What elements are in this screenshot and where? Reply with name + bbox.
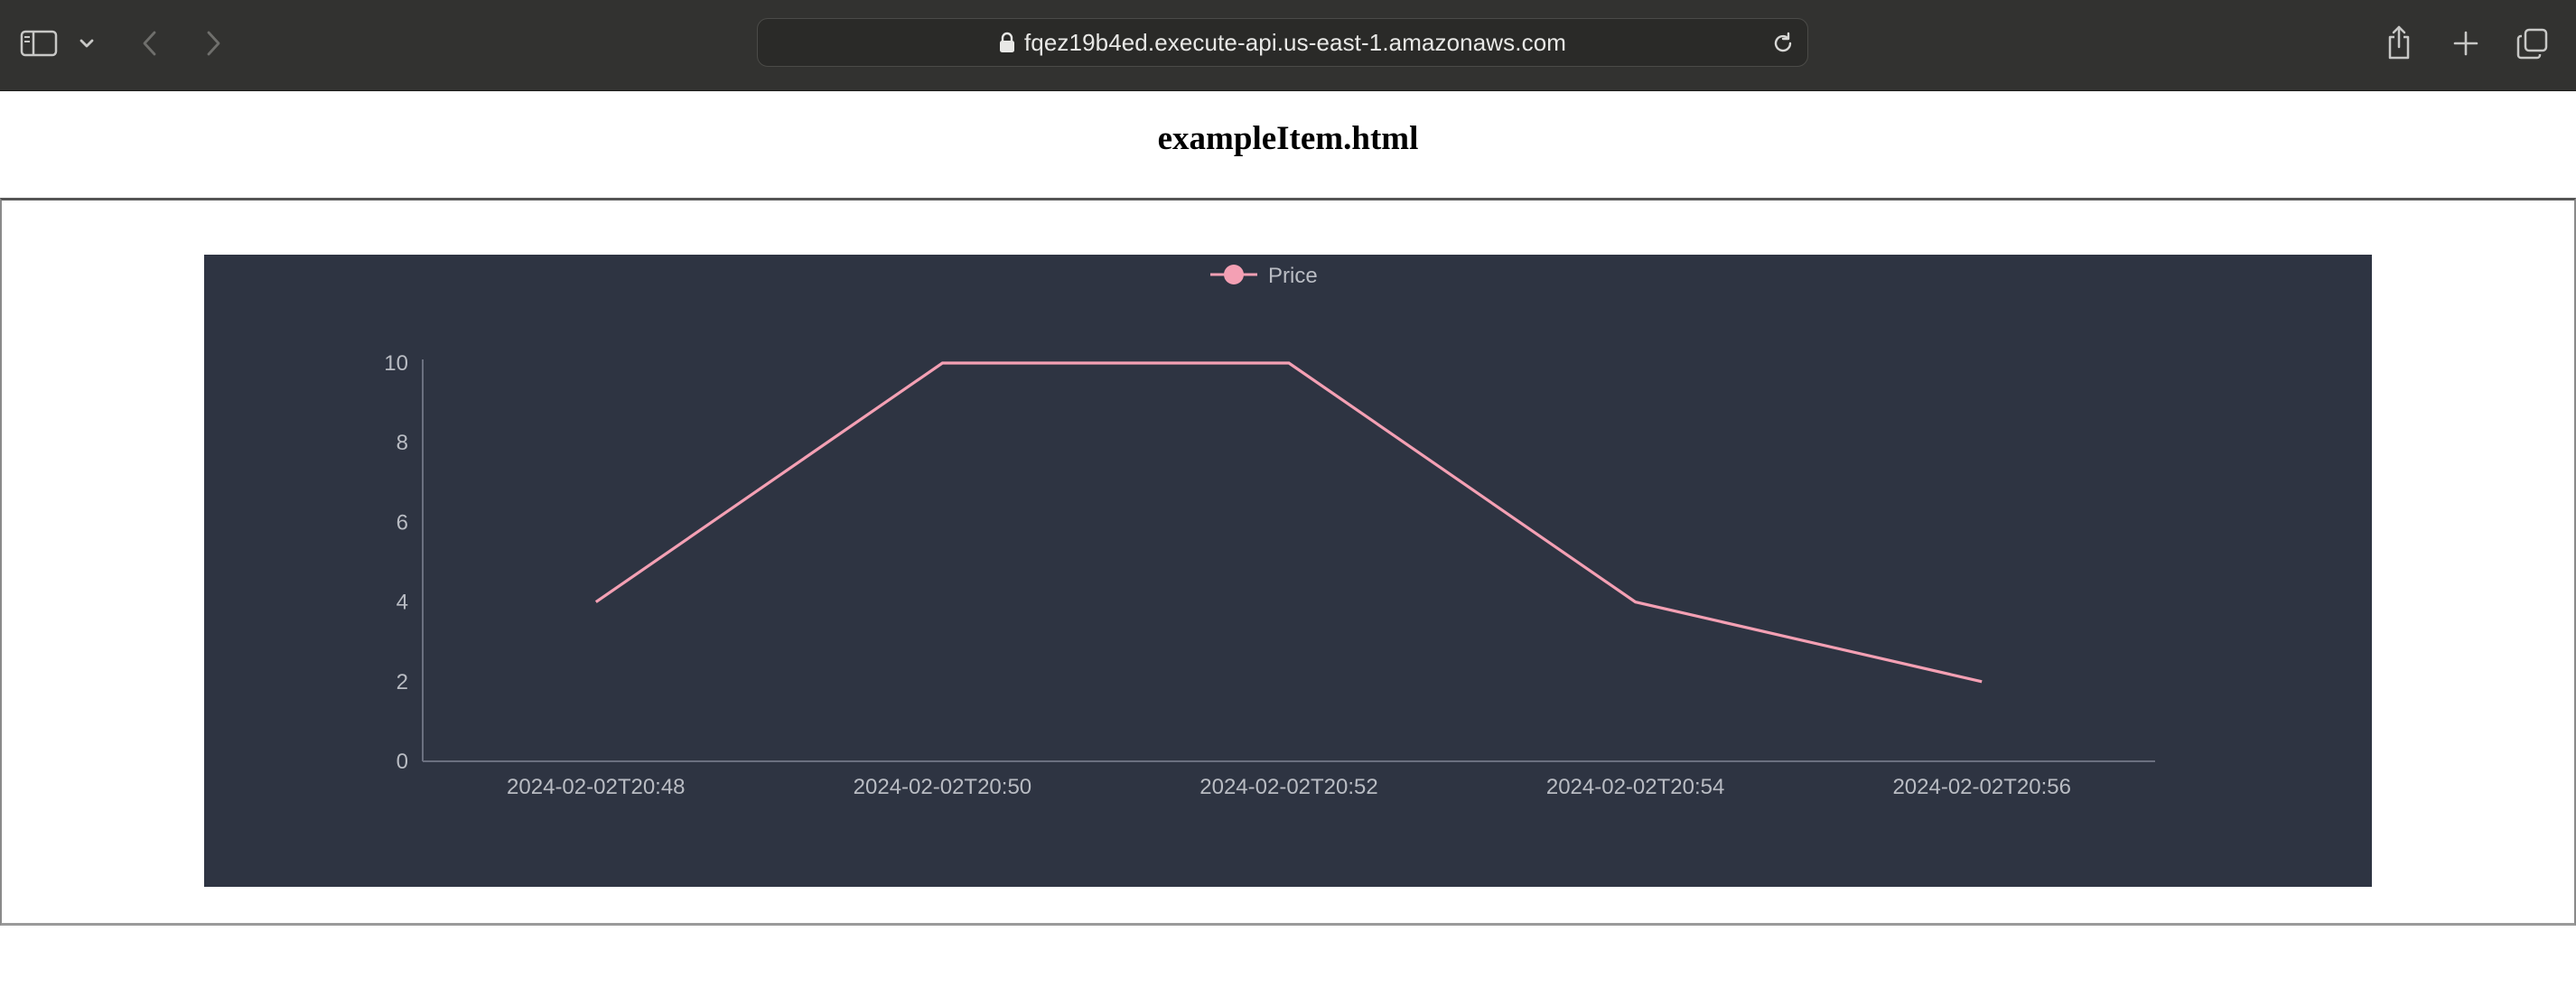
browser-toolbar: fqez19b4ed.execute-api.us-east-1.amazona… <box>0 0 2576 91</box>
reload-icon[interactable] <box>1769 30 1797 57</box>
x-tick-label: 2024-02-02T20:48 <box>507 775 685 799</box>
y-tick-label: 10 <box>384 351 408 376</box>
forward-arrow-icon[interactable] <box>201 25 226 61</box>
line-chart: 0 2 4 6 8 10 2024-02-02T20:48 2024-02-02T20:50 2… <box>384 264 2155 799</box>
url-text: fqez19b4ed.execute-api.us-east-1.amazona… <box>1023 28 1567 56</box>
address-bar[interactable]: fqez19b4ed.execute-api.us-east-1.amazona… <box>757 18 1808 67</box>
y-tick-label: 2 <box>397 670 408 694</box>
sidebar-icon[interactable] <box>18 27 60 60</box>
chevron-down-icon[interactable] <box>76 33 98 54</box>
x-tick-label: 2024-02-02T20:54 <box>1546 775 1724 799</box>
y-tick-label: 4 <box>397 591 408 615</box>
series-line-price <box>594 361 1983 684</box>
back-arrow-icon[interactable] <box>137 25 163 61</box>
tabs-overview-icon[interactable] <box>2515 25 2551 61</box>
y-tick-label: 6 <box>397 510 408 535</box>
legend-marker <box>1224 265 1244 284</box>
page-title: exampleItem.html <box>1157 120 1419 157</box>
lock-icon <box>999 32 1015 53</box>
x-tick-label: 2024-02-02T20:56 <box>1892 775 2070 799</box>
plus-icon[interactable] <box>2450 27 2482 60</box>
x-tick-label: 2024-02-02T20:52 <box>1199 775 1377 799</box>
legend-label-price: Price <box>1268 264 1318 288</box>
y-tick-label: 8 <box>397 431 408 455</box>
share-icon[interactable] <box>2383 22 2415 63</box>
y-tick-label: 0 <box>397 750 408 774</box>
chart-panel: 0 2 4 6 8 10 2024-02-02T20:48 2024-02-02T20:50 2… <box>204 255 2372 887</box>
x-tick-label: 2024-02-02T20:50 <box>854 775 1031 799</box>
